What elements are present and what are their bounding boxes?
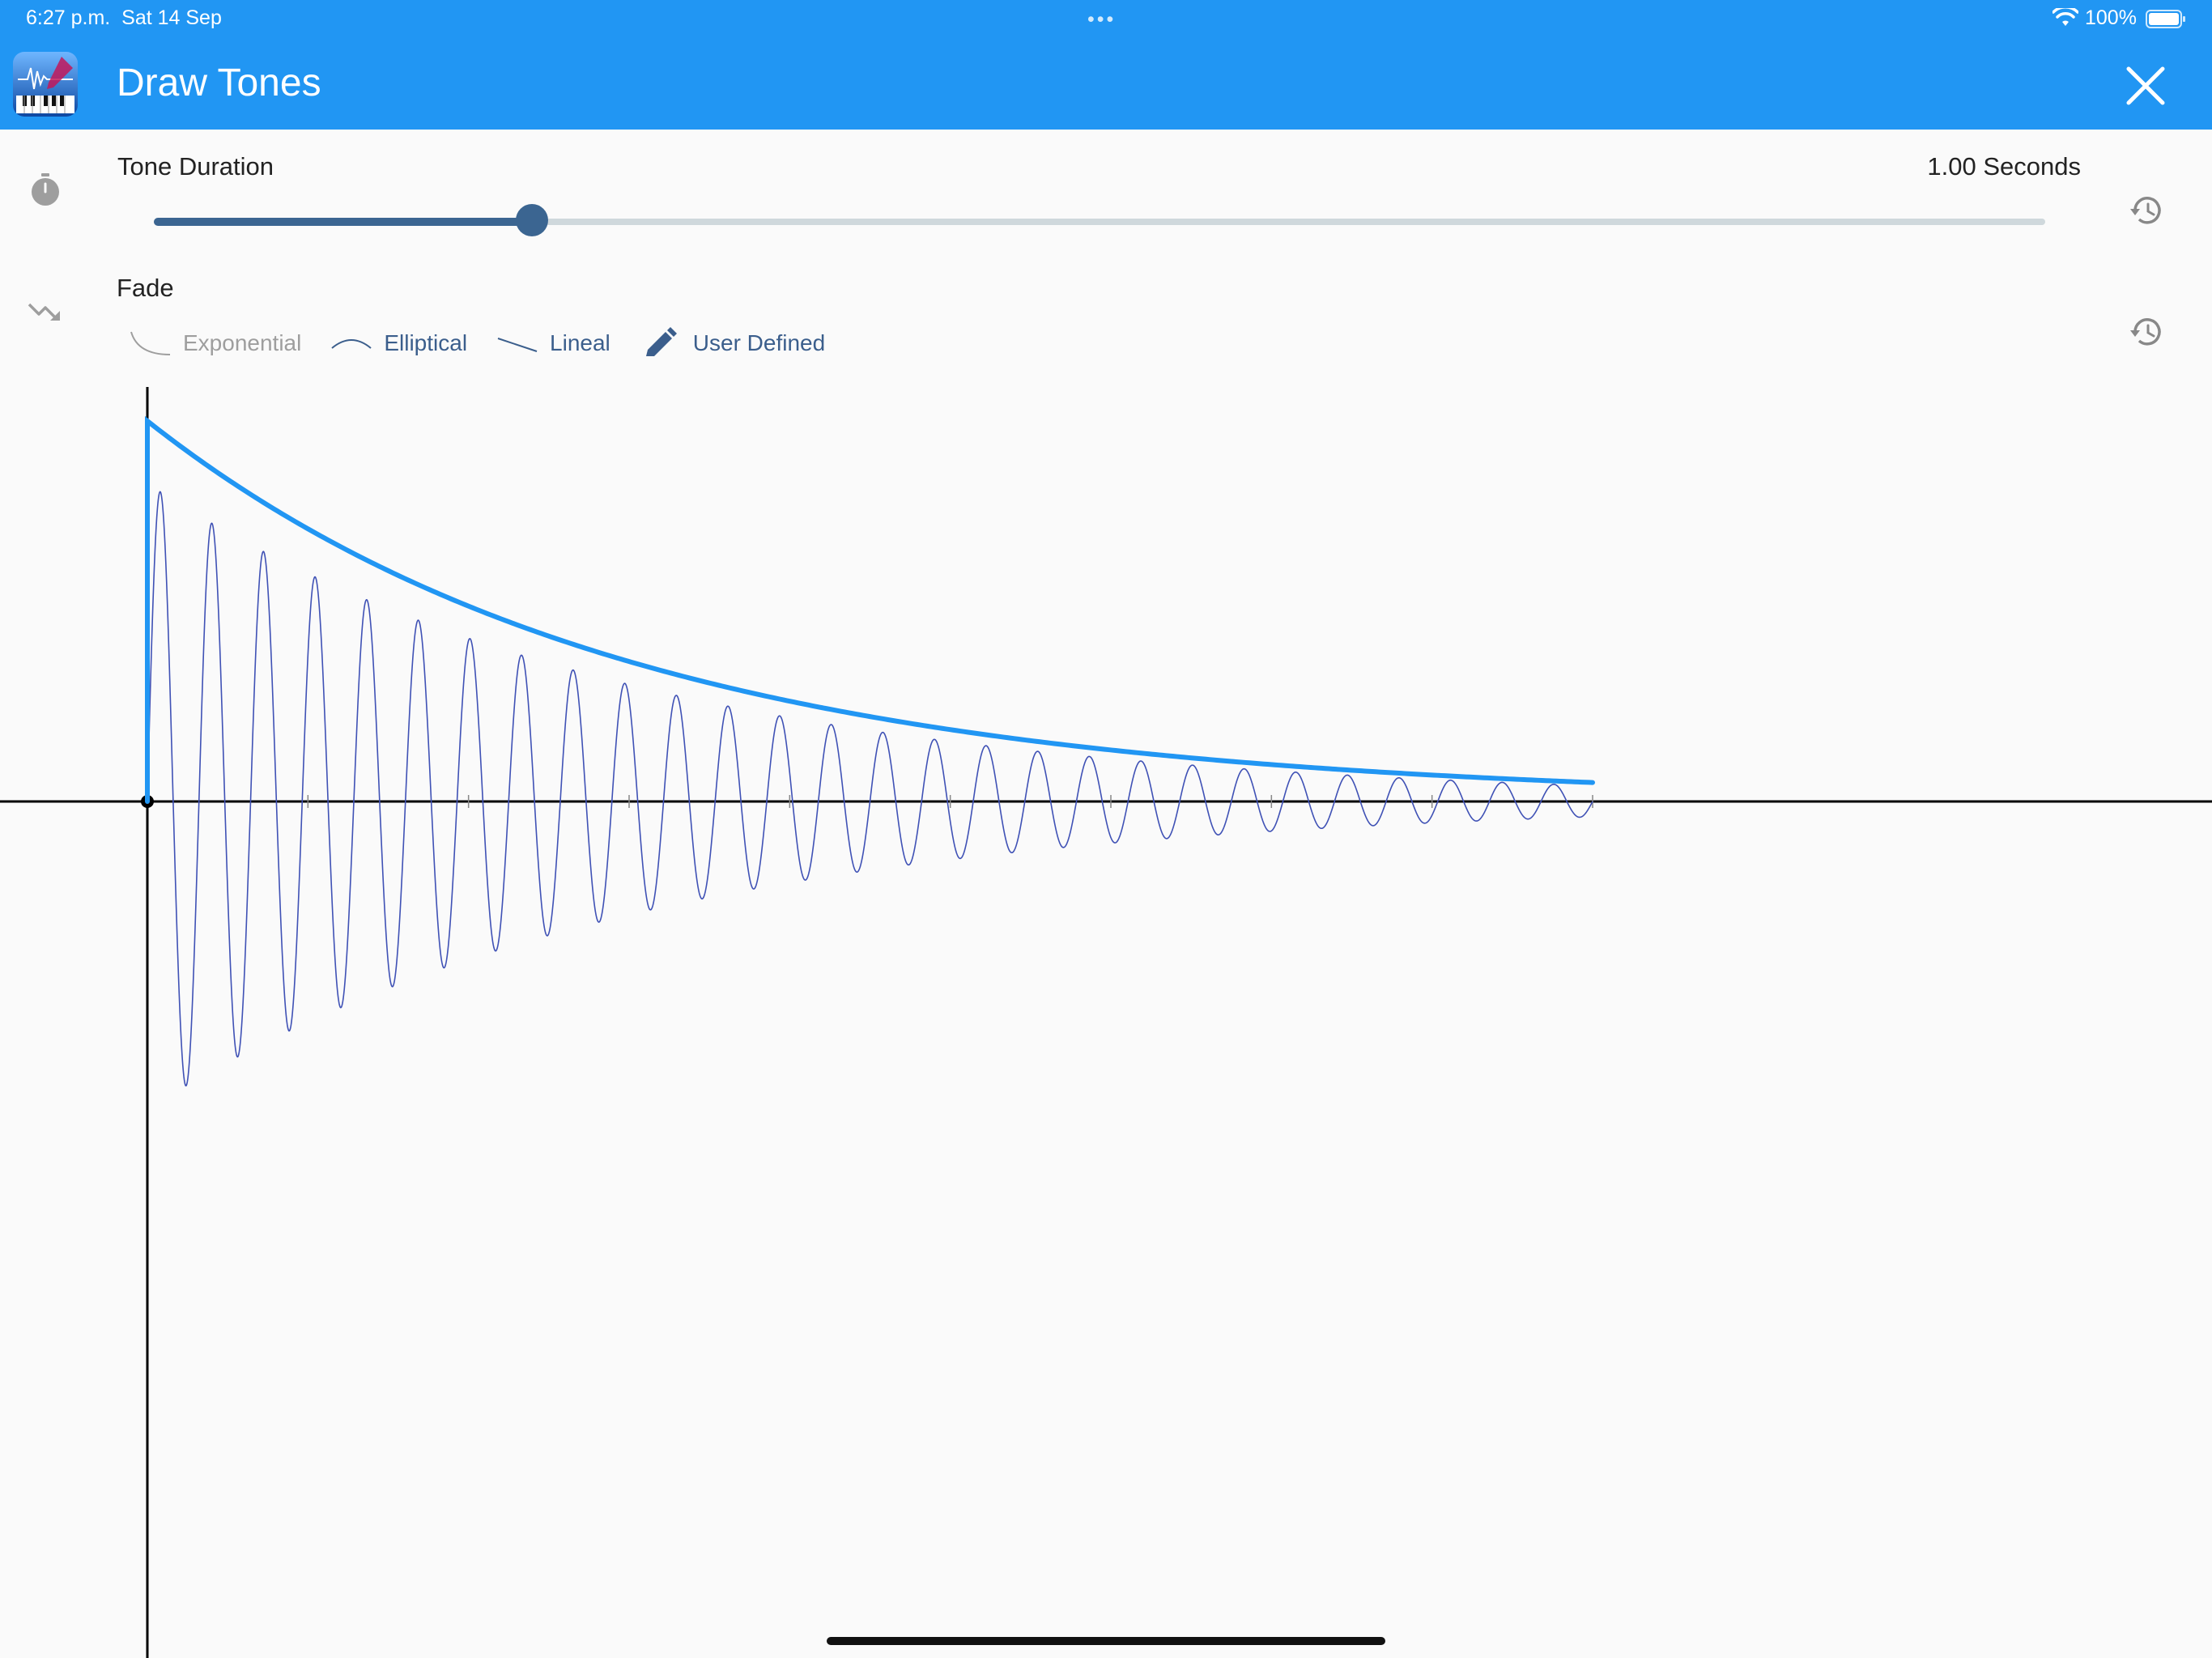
trending-down-icon bbox=[28, 303, 60, 321]
app-icon bbox=[13, 52, 78, 117]
pencil-icon bbox=[645, 327, 677, 356]
battery-percent: 100% bbox=[2085, 6, 2137, 29]
fade-option-label: Lineal bbox=[550, 330, 610, 355]
tone-chart[interactable] bbox=[0, 380, 2212, 1658]
close-icon[interactable] bbox=[2121, 62, 2170, 110]
fade-option-label: Elliptical bbox=[384, 330, 468, 355]
fade-option-user-defined[interactable]: User Defined bbox=[638, 327, 825, 359]
fade-option-label: Exponential bbox=[183, 330, 302, 355]
home-indicator bbox=[827, 1637, 1385, 1645]
slider-fill bbox=[154, 218, 533, 226]
history-icon[interactable] bbox=[2128, 191, 2167, 230]
page-title: Draw Tones bbox=[117, 62, 321, 104]
tone-duration-slider[interactable] bbox=[154, 204, 2045, 240]
waveform-line bbox=[147, 491, 1593, 1087]
multitasking-dots[interactable]: ••• bbox=[1087, 8, 1116, 32]
wifi-icon bbox=[2052, 8, 2078, 26]
battery-icon bbox=[2146, 10, 2185, 28]
fade-options: Exponential Elliptical Lineal User Defin… bbox=[128, 322, 853, 364]
tone-duration-value: 1.00 Seconds bbox=[1927, 152, 2081, 181]
history-icon[interactable] bbox=[2128, 312, 2167, 351]
fade-option-label: User Defined bbox=[692, 330, 826, 355]
fade-option-exponential[interactable]: Exponential bbox=[128, 327, 301, 359]
linear-curve-icon bbox=[497, 338, 538, 352]
status-time: 6:27 p.m. Sat 14 Sep bbox=[26, 6, 222, 29]
exponential-curve-icon bbox=[130, 331, 171, 355]
fade-option-lineal[interactable]: Lineal bbox=[495, 327, 610, 359]
fade-option-elliptical[interactable]: Elliptical bbox=[329, 327, 467, 359]
fade-label: Fade bbox=[117, 274, 174, 302]
elliptical-curve-icon bbox=[331, 339, 372, 349]
app-header: 6:27 p.m. Sat 14 Sep ••• 100% Draw Tones bbox=[0, 0, 2212, 130]
tone-duration-label: Tone Duration bbox=[117, 152, 274, 181]
stopwatch-icon bbox=[32, 173, 59, 206]
slider-thumb[interactable] bbox=[516, 204, 549, 236]
